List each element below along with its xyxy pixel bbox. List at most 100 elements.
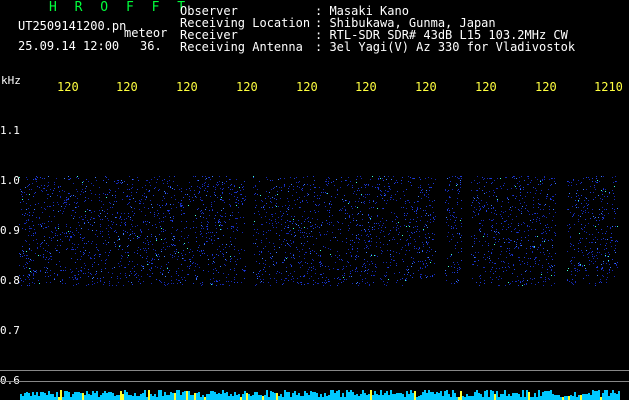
- noise-pixel: [99, 256, 100, 257]
- noise-pixel: [314, 187, 315, 188]
- noise-pixel: [71, 215, 72, 216]
- noise-pixel: [388, 183, 389, 184]
- noise-pixel: [551, 178, 552, 179]
- noise-pixel: [501, 211, 502, 212]
- baseline-bar: [394, 394, 396, 400]
- noise-pixel: [145, 215, 146, 216]
- noise-pixel: [535, 284, 536, 285]
- noise-pixel: [112, 285, 113, 286]
- noise-pixel: [594, 185, 595, 186]
- noise-pixel: [501, 261, 502, 262]
- noise-pixel: [421, 216, 422, 217]
- noise-pixel: [329, 212, 330, 213]
- noise-pixel: [358, 201, 359, 202]
- noise-pixel: [276, 199, 277, 200]
- noise-pixel: [78, 178, 79, 179]
- noise-pixel: [319, 198, 320, 199]
- noise-pixel: [446, 222, 447, 223]
- noise-pixel: [511, 254, 512, 255]
- noise-pixel: [51, 238, 52, 239]
- noise-pixel: [520, 264, 521, 265]
- noise-pixel: [609, 193, 610, 194]
- noise-pixel: [81, 216, 82, 217]
- baseline-bar: [582, 394, 584, 400]
- noise-pixel: [86, 285, 87, 286]
- baseline-bar: [186, 391, 188, 400]
- noise-pixel: [75, 212, 76, 213]
- noise-pixel: [369, 194, 370, 195]
- noise-pixel: [416, 248, 417, 249]
- noise-pixel: [80, 194, 81, 195]
- baseline-bar: [468, 396, 470, 400]
- baseline-bar: [616, 394, 618, 400]
- noise-pixel: [289, 231, 290, 232]
- noise-pixel: [547, 196, 548, 197]
- noise-pixel: [345, 209, 346, 210]
- noise-pixel: [185, 254, 186, 255]
- noise-pixel: [290, 240, 291, 241]
- noise-pixel: [265, 198, 266, 199]
- baseline-bar: [160, 390, 162, 400]
- noise-pixel: [186, 189, 187, 190]
- noise-pixel: [521, 224, 522, 225]
- noise-pixel: [414, 248, 415, 249]
- noise-pixel: [454, 212, 455, 213]
- noise-pixel: [476, 209, 477, 210]
- noise-pixel: [225, 222, 226, 223]
- noise-pixel: [184, 228, 185, 229]
- noise-pixel: [221, 216, 222, 217]
- noise-pixel: [68, 176, 69, 177]
- noise-pixel: [70, 231, 71, 232]
- noise-pixel: [551, 239, 552, 240]
- noise-pixel: [584, 227, 585, 228]
- noise-pixel: [219, 225, 220, 226]
- noise-pixel: [491, 212, 492, 213]
- noise-pixel: [419, 231, 420, 232]
- baseline-bar: [280, 394, 282, 400]
- noise-pixel: [235, 261, 236, 262]
- noise-pixel: [236, 274, 237, 275]
- noise-pixel: [273, 243, 274, 244]
- noise-pixel: [52, 232, 53, 233]
- noise-pixel: [266, 212, 267, 213]
- noise-pixel: [211, 236, 212, 237]
- noise-pixel: [406, 240, 407, 241]
- noise-pixel: [176, 230, 177, 231]
- noise-pixel: [471, 190, 472, 191]
- noise-pixel: [117, 276, 118, 277]
- noise-pixel: [191, 186, 192, 187]
- noise-pixel: [70, 236, 71, 237]
- noise-pixel: [84, 237, 85, 238]
- noise-pixel: [201, 228, 202, 229]
- noise-pixel: [50, 206, 51, 207]
- noise-pixel: [474, 235, 475, 236]
- noise-pixel: [386, 220, 387, 221]
- noise-pixel: [23, 201, 24, 202]
- noise-pixel: [145, 199, 146, 200]
- noise-pixel: [20, 189, 21, 190]
- noise-pixel: [204, 244, 205, 245]
- noise-pixel: [29, 274, 30, 275]
- noise-pixel: [253, 272, 254, 273]
- noise-pixel: [341, 210, 342, 211]
- y-tick-label: 0.8: [0, 274, 20, 287]
- noise-pixel: [321, 263, 322, 264]
- baseline-bar: [138, 396, 140, 400]
- noise-pixel: [430, 214, 431, 215]
- noise-pixel: [447, 210, 448, 211]
- noise-pixel: [122, 182, 123, 183]
- baseline-bar: [446, 390, 448, 400]
- noise-pixel: [210, 232, 211, 233]
- noise-pixel: [527, 262, 528, 263]
- noise-pixel: [68, 193, 69, 194]
- noise-pixel: [537, 179, 538, 180]
- noise-pixel: [46, 243, 47, 244]
- noise-pixel: [395, 219, 396, 220]
- noise-pixel: [583, 207, 584, 208]
- noise-pixel: [549, 179, 550, 180]
- noise-pixel: [136, 192, 137, 193]
- noise-pixel: [337, 269, 338, 270]
- noise-pixel: [599, 252, 600, 253]
- noise-pixel: [253, 187, 254, 188]
- noise-pixel: [576, 184, 577, 185]
